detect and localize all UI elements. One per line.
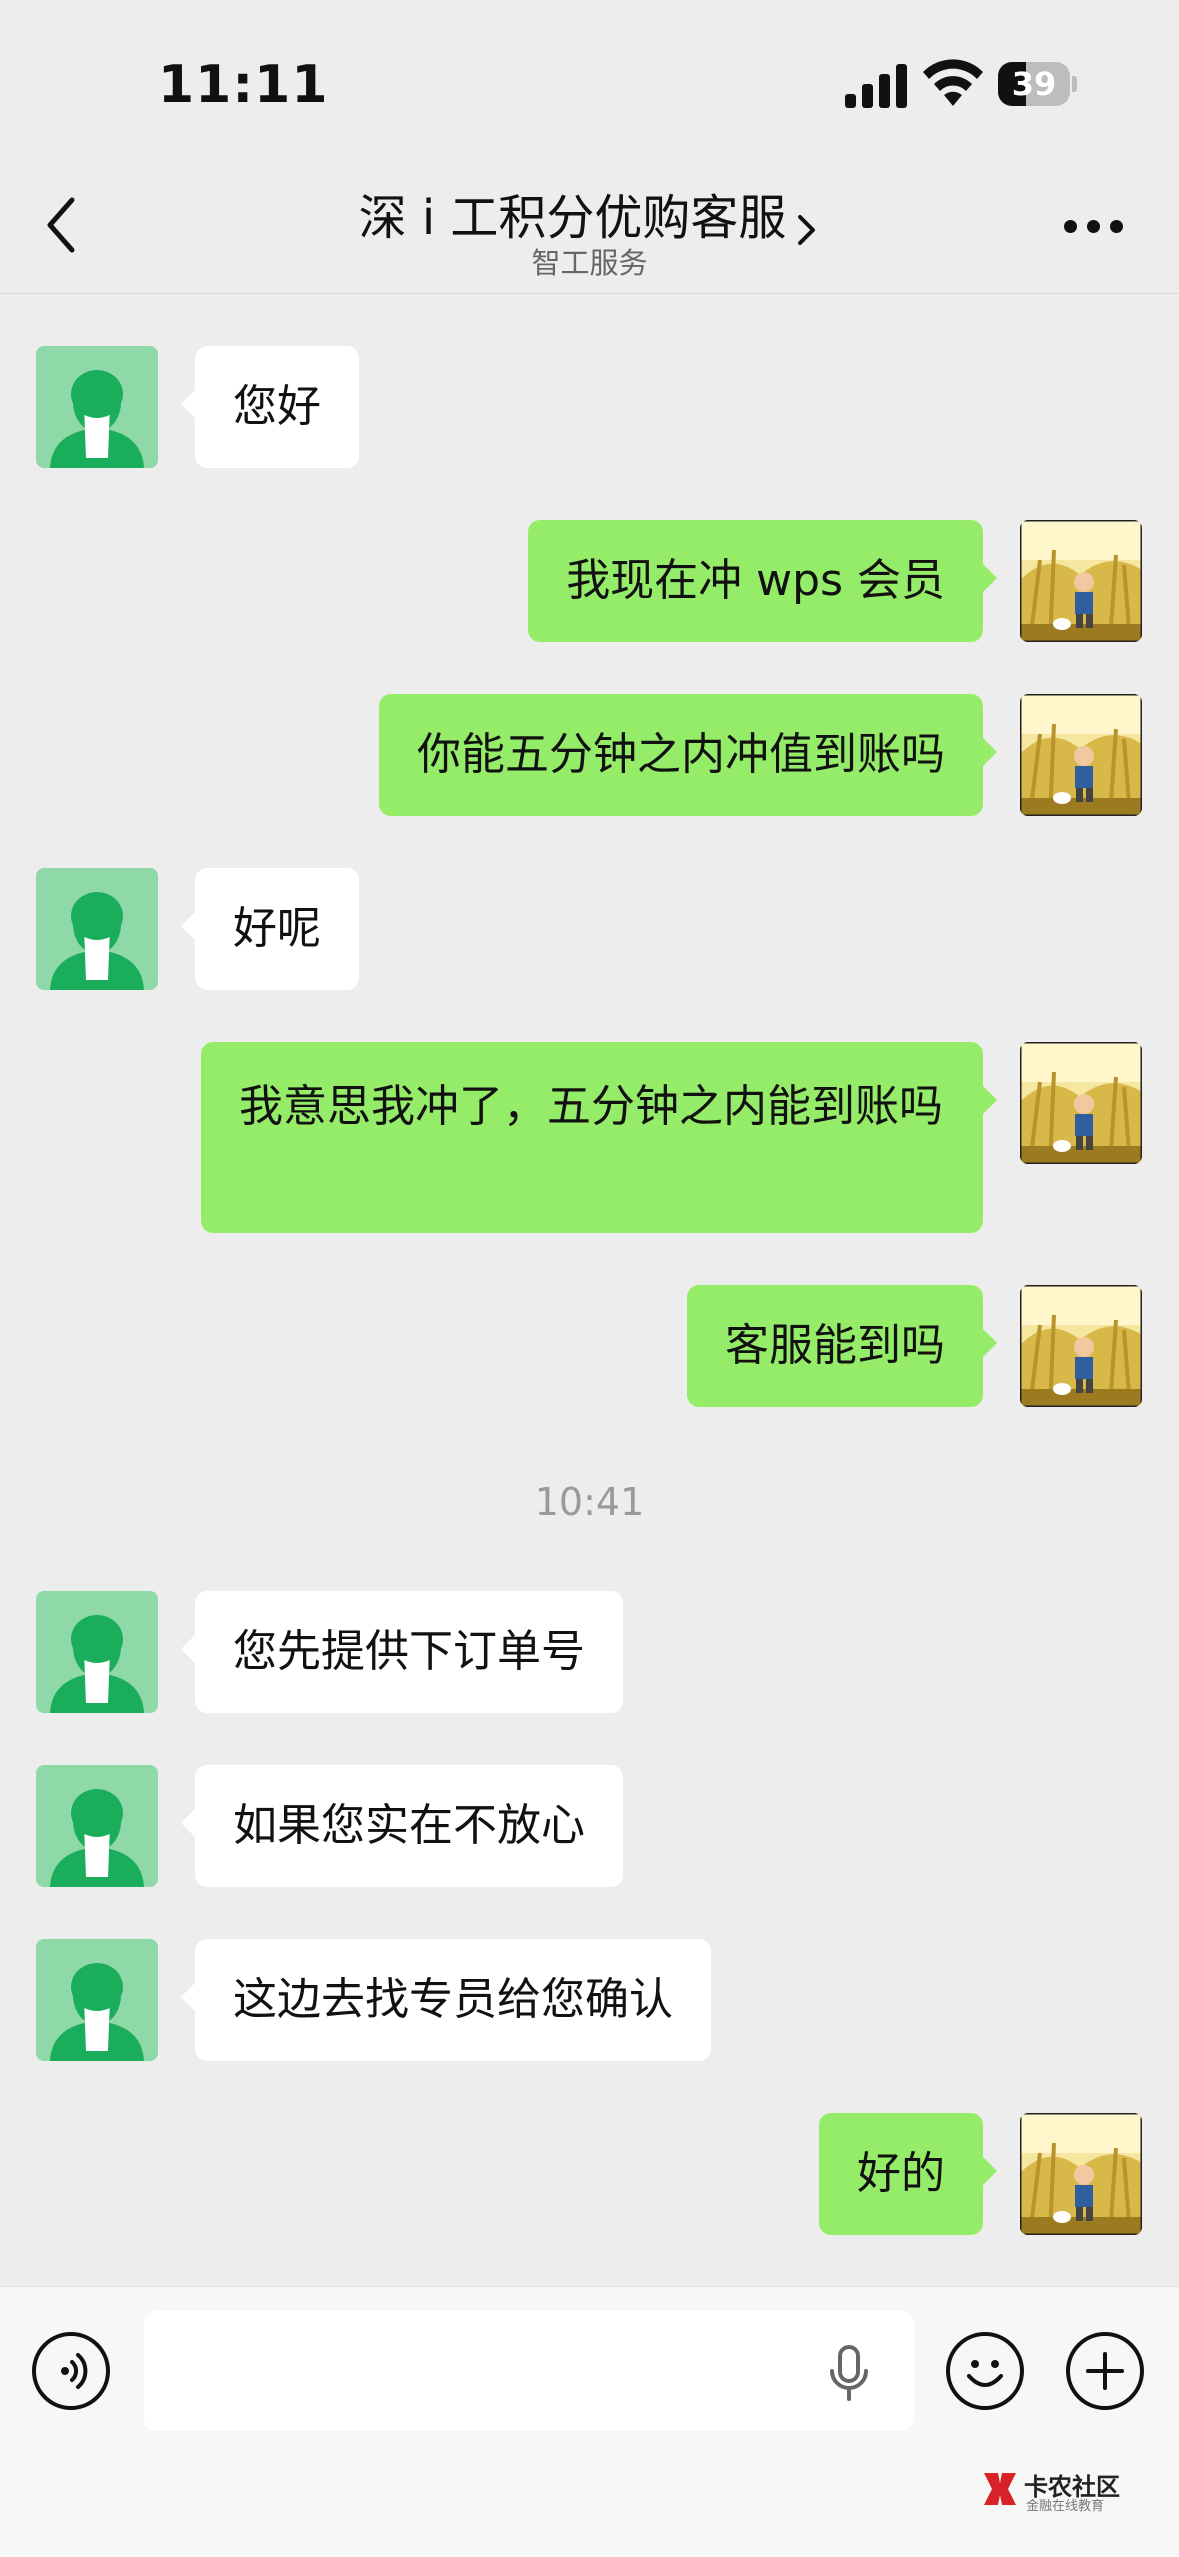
user-avatar[interactable] — [1020, 1042, 1142, 1164]
agent-avatar[interactable] — [36, 1591, 158, 1713]
ellipsis-icon[interactable] — [1064, 220, 1124, 236]
status-bar: 11:11 39 — [0, 0, 1179, 150]
plus-icon[interactable] — [1066, 2332, 1144, 2410]
battery-icon: 39 — [998, 62, 1078, 106]
user-avatar[interactable] — [1020, 520, 1142, 642]
message-bubble-outgoing[interactable]: 你能五分钟之内冲值到账吗 — [379, 694, 997, 816]
message-bubble-incoming[interactable]: 好呢 — [181, 868, 359, 990]
agent-avatar[interactable] — [36, 1765, 158, 1887]
cellular-signal-icon — [845, 62, 907, 108]
user-avatar[interactable] — [1020, 2113, 1142, 2235]
input-bar: 卡农社区 金融在线教育 — [0, 2286, 1179, 2557]
battery-percent: 39 — [1011, 65, 1057, 103]
user-avatar[interactable] — [1020, 694, 1142, 816]
microphone-icon[interactable] — [824, 2345, 874, 2403]
message-bubble-outgoing[interactable]: 我意思我冲了，五分钟之内能到账吗 — [201, 1042, 997, 1233]
message-bubble-incoming[interactable]: 这边去找专员给您确认 — [181, 1939, 711, 2061]
message-bubble-outgoing[interactable]: 我现在冲 wps 会员 — [528, 520, 997, 642]
user-avatar[interactable] — [1020, 1285, 1142, 1407]
message-input[interactable] — [144, 2311, 914, 2431]
chat-header: 深 i 工积分优购客服 智工服务 — [0, 150, 1179, 294]
agent-avatar[interactable] — [36, 868, 158, 990]
watermark: 卡农社区 金融在线教育 — [980, 2465, 1160, 2515]
agent-avatar[interactable] — [36, 346, 158, 468]
message-bubble-outgoing[interactable]: 客服能到吗 — [687, 1285, 997, 1407]
agent-avatar[interactable] — [36, 1939, 158, 2061]
wifi-icon — [923, 59, 983, 106]
smiley-icon[interactable] — [946, 2332, 1024, 2410]
message-bubble-incoming[interactable]: 您好 — [181, 346, 359, 468]
watermark-subtitle: 金融在线教育 — [1026, 2499, 1105, 2514]
message-bubble-incoming[interactable]: 如果您实在不放心 — [181, 1765, 623, 1887]
message-timestamp: 10:41 — [534, 1480, 645, 1524]
message-bubble-outgoing[interactable]: 好的 — [819, 2113, 997, 2235]
status-time: 11:11 — [158, 55, 329, 115]
chat-title[interactable]: 深 i 工积分优购客服 — [359, 178, 787, 248]
chat-subtitle: 智工服务 — [531, 246, 648, 280]
message-bubble-incoming[interactable]: 您先提供下订单号 — [181, 1591, 623, 1713]
voice-wave-icon[interactable] — [32, 2332, 110, 2410]
watermark-logo — [984, 2473, 1016, 2505]
